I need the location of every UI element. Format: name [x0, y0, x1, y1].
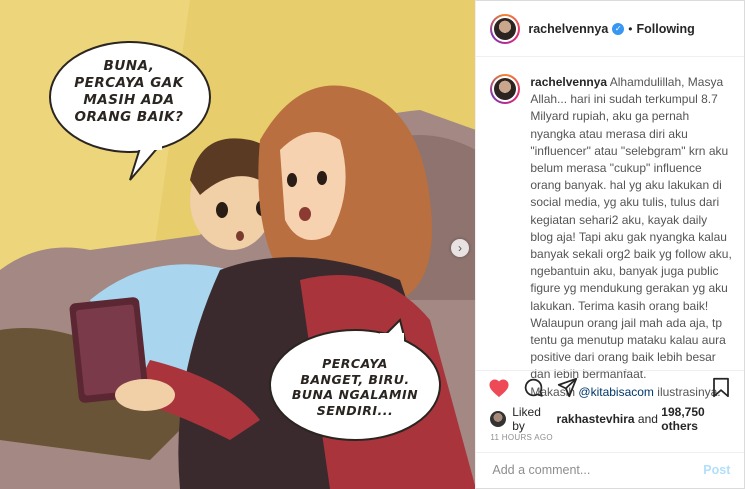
post-timestamp[interactable]: 11 HOURS AGO: [490, 433, 553, 442]
share-button[interactable]: [556, 377, 578, 399]
speech-bubble-answer: PERCAYA BANGET, BIRU. BUNA NGALAMIN SEND…: [291, 356, 419, 418]
bookmark-icon: [713, 377, 730, 398]
speech-bubble-question: BUNA, PERCAYA GAK MASIH ADA ORANG BAIK?: [74, 58, 184, 125]
action-bar: [476, 370, 745, 404]
following-button[interactable]: Following: [636, 22, 694, 36]
instagram-post: BUNA, PERCAYA GAK MASIH ADA ORANG BAIK? …: [0, 0, 745, 489]
comment-form: Post: [476, 452, 745, 487]
likes-count-link[interactable]: 198,750 others: [661, 405, 744, 433]
save-button[interactable]: [710, 377, 732, 399]
likes-middle: and: [634, 412, 662, 426]
caption-text: rachelvennya Alhamdulillah, Masya Allah.…: [530, 74, 732, 401]
likes-summary: Liked by rakhastevhira and 198,750 other…: [490, 405, 744, 433]
post-side-panel: rachelvennya ✓ • Following rachelvennya …: [475, 0, 745, 489]
like-button[interactable]: [488, 377, 510, 399]
comment-input[interactable]: [490, 462, 704, 478]
caption-username[interactable]: rachelvennya: [530, 75, 607, 89]
share-icon: [557, 377, 577, 398]
caption: rachelvennya Alhamdulillah, Masya Allah.…: [490, 74, 732, 401]
caption-author-avatar[interactable]: [490, 74, 521, 104]
likes-prefix: Liked by: [512, 405, 541, 433]
post-image[interactable]: BUNA, PERCAYA GAK MASIH ADA ORANG BAIK? …: [0, 0, 476, 489]
heart-icon: [489, 378, 509, 397]
carousel-next-button[interactable]: ›: [451, 239, 469, 257]
post-comment-button[interactable]: Post: [703, 463, 730, 477]
post-header: rachelvennya ✓ • Following: [476, 1, 744, 57]
author-avatar[interactable]: [490, 13, 521, 44]
verified-badge-icon: ✓: [612, 22, 625, 35]
liker-avatar[interactable]: [490, 411, 507, 427]
chevron-right-icon: ›: [458, 241, 462, 255]
comment-icon: [524, 378, 543, 397]
liker-username[interactable]: rakhastevhira: [557, 412, 635, 426]
caption-body: Alhamdulillah, Masya Allah... hari ini s…: [530, 75, 732, 382]
author-username[interactable]: rachelvennya: [528, 22, 608, 36]
separator-dot: •: [628, 21, 633, 36]
comment-button[interactable]: [522, 377, 544, 399]
